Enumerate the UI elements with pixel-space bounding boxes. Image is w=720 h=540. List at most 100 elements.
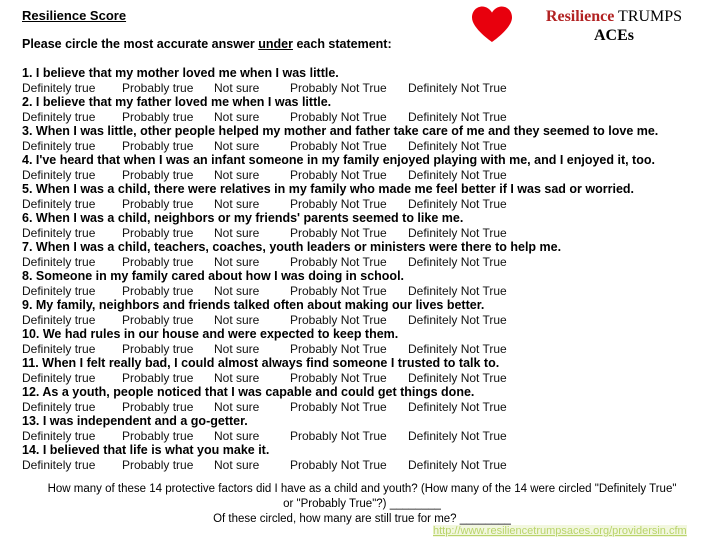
answer-option[interactable]: Not sure — [214, 139, 290, 153]
answer-option[interactable]: Definitely true — [22, 458, 122, 472]
question-block: 9. My family, neighbors and friends talk… — [22, 298, 712, 327]
question-block: 1. I believe that my mother loved me whe… — [22, 66, 712, 95]
answer-option-row: Definitely true Probably true Not sure Prob… — [22, 458, 712, 472]
logo-line-one: Resilience TRUMPS — [518, 7, 710, 26]
answer-option[interactable]: Probably Not True — [290, 313, 408, 327]
question-block: 13. I was independent and a go-getter. De… — [22, 414, 712, 443]
answer-option[interactable]: Definitely Not True — [408, 458, 507, 472]
question-statement: 14. I believed that life is what you mak… — [22, 443, 270, 457]
answer-option-row: Definitely true Probably true Not sure Prob… — [22, 139, 712, 153]
question-statement: 4. I've heard that when I was an infant … — [22, 153, 655, 167]
question-statement: 6. When I was a child, neighbors or my f… — [22, 211, 464, 225]
answer-option[interactable]: Probably Not True — [290, 139, 408, 153]
answer-option[interactable]: Definitely Not True — [408, 400, 507, 414]
answer-option[interactable]: Probably true — [122, 168, 214, 182]
answer-option[interactable]: Definitely true — [22, 284, 122, 298]
answer-option[interactable]: Definitely true — [22, 139, 122, 153]
answer-option[interactable]: Definitely true — [22, 226, 122, 240]
answer-option[interactable]: Not sure — [214, 429, 290, 443]
answer-option[interactable]: Probably true — [122, 429, 214, 443]
answer-option[interactable]: Not sure — [214, 400, 290, 414]
answer-option[interactable]: Definitely Not True — [408, 168, 507, 182]
answer-option[interactable]: Definitely Not True — [408, 342, 507, 356]
answer-option[interactable]: Probably true — [122, 81, 214, 95]
answer-option[interactable]: Probably Not True — [290, 110, 408, 124]
answer-option[interactable]: Not sure — [214, 168, 290, 182]
answer-option[interactable]: Definitely true — [22, 371, 122, 385]
answer-option[interactable]: Definitely true — [22, 400, 122, 414]
answer-option[interactable]: Definitely true — [22, 429, 122, 443]
logo-word-trumps: TRUMPS — [618, 8, 683, 25]
answer-option[interactable]: Definitely true — [22, 168, 122, 182]
answer-option[interactable]: Probably true — [122, 226, 214, 240]
answer-option[interactable]: Not sure — [214, 197, 290, 211]
answer-option[interactable]: Probably Not True — [290, 255, 408, 269]
answer-option-row: Definitely true Probably true Not sure Prob… — [22, 371, 712, 385]
footer-line-2: or "Probably True"?) ________ — [283, 498, 441, 510]
instruction-text: Please circle the most accurate answer u… — [22, 37, 392, 51]
answer-option[interactable]: Probably Not True — [290, 168, 408, 182]
answer-option[interactable]: Definitely true — [22, 110, 122, 124]
answer-option[interactable]: Not sure — [214, 110, 290, 124]
source-url-link[interactable]: http://www.resiliencetrumpsaces.org/prov… — [433, 525, 687, 537]
logo-word-resilience: Resilience — [545, 8, 615, 25]
question-block: 7. When I was a child, teachers, coaches… — [22, 240, 712, 269]
question-statement: 12. As a youth, people noticed that I wa… — [22, 385, 475, 399]
question-statement: 1. I believe that my mother loved me whe… — [22, 66, 339, 80]
answer-option[interactable]: Probably true — [122, 139, 214, 153]
answer-option[interactable]: Probably Not True — [290, 458, 408, 472]
answer-option[interactable]: Probably Not True — [290, 371, 408, 385]
answer-option[interactable]: Probably true — [122, 371, 214, 385]
answer-option[interactable]: Definitely true — [22, 255, 122, 269]
answer-option[interactable]: Probably true — [122, 313, 214, 327]
answer-option[interactable]: Not sure — [214, 255, 290, 269]
question-block: 10. We had rules in our house and were e… — [22, 327, 712, 356]
heart-icon — [470, 5, 514, 43]
answer-option[interactable]: Definitely Not True — [408, 371, 507, 385]
answer-option[interactable]: Not sure — [214, 226, 290, 240]
answer-option[interactable]: Probably Not True — [290, 197, 408, 211]
answer-option[interactable]: Probably true — [122, 284, 214, 298]
answer-option[interactable]: Definitely Not True — [408, 284, 507, 298]
answer-option[interactable]: Definitely Not True — [408, 255, 507, 269]
answer-option-row: Definitely true Probably true Not sure Prob… — [22, 197, 712, 211]
answer-option[interactable]: Definitely Not True — [408, 139, 507, 153]
logo-text: Resilience TRUMPS ACEs — [518, 7, 710, 45]
footer-line-1: How many of these 14 protective factors … — [47, 483, 677, 495]
answer-option[interactable]: Probably Not True — [290, 342, 408, 356]
answer-option[interactable]: Definitely true — [22, 342, 122, 356]
answer-option[interactable]: Not sure — [214, 458, 290, 472]
answer-option[interactable]: Not sure — [214, 342, 290, 356]
question-statement: 13. I was independent and a go-getter. — [22, 414, 248, 428]
question-statement: 2. I believe that my father loved me whe… — [22, 95, 332, 109]
answer-option[interactable]: Not sure — [214, 313, 290, 327]
answer-option[interactable]: Not sure — [214, 371, 290, 385]
answer-option[interactable]: Definitely true — [22, 197, 122, 211]
answer-option[interactable]: Probably true — [122, 110, 214, 124]
answer-option[interactable]: Definitely Not True — [408, 81, 507, 95]
question-block: 2. I believe that my father loved me whe… — [22, 95, 712, 124]
answer-option[interactable]: Definitely true — [22, 313, 122, 327]
answer-option[interactable]: Definitely Not True — [408, 226, 507, 240]
answer-option[interactable]: Probably Not True — [290, 226, 408, 240]
answer-option[interactable]: Definitely Not True — [408, 429, 507, 443]
answer-option[interactable]: Probably Not True — [290, 429, 408, 443]
answer-option[interactable]: Not sure — [214, 284, 290, 298]
answer-option[interactable]: Probably true — [122, 342, 214, 356]
answer-option[interactable]: Definitely Not True — [408, 110, 507, 124]
answer-option[interactable]: Probably Not True — [290, 81, 408, 95]
answer-option-row: Definitely true Probably true Not sure Prob… — [22, 313, 712, 327]
answer-option[interactable]: Definitely true — [22, 81, 122, 95]
answer-option[interactable]: Definitely Not True — [408, 313, 507, 327]
answer-option[interactable]: Probably true — [122, 400, 214, 414]
answer-option[interactable]: Probably true — [122, 255, 214, 269]
answer-option[interactable]: Probably true — [122, 458, 214, 472]
answer-option[interactable]: Probably true — [122, 197, 214, 211]
answer-option[interactable]: Probably Not True — [290, 284, 408, 298]
answer-option[interactable]: Definitely Not True — [408, 197, 507, 211]
answer-option-row: Definitely true Probably true Not sure Prob… — [22, 168, 712, 182]
answer-option-row: Definitely true Probably true Not sure Prob… — [22, 400, 712, 414]
answer-option[interactable]: Probably Not True — [290, 400, 408, 414]
answer-option[interactable]: Not sure — [214, 81, 290, 95]
question-block: 8. Someone in my family cared about how … — [22, 269, 712, 298]
